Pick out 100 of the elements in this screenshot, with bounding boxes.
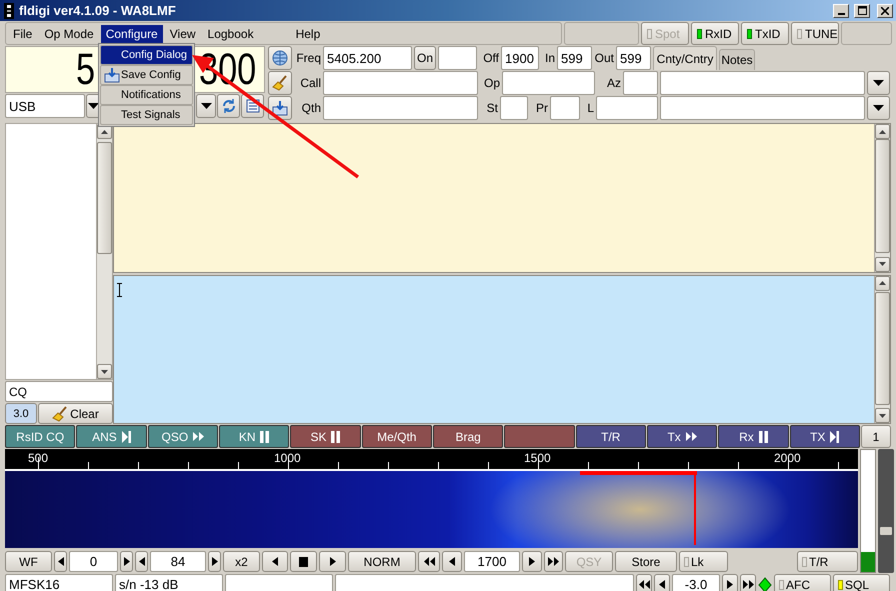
menu-item[interactable]: Notifications [100,85,193,105]
scale-label: 2000 [774,451,801,465]
fast-right-button[interactable] [740,574,756,591]
menu-item[interactable]: Save Config [100,65,193,85]
azimuth-field[interactable] [623,71,658,95]
left-button[interactable] [654,574,670,591]
fast-left-button[interactable] [418,551,440,572]
stop-button[interactable] [290,551,317,572]
macro-button[interactable]: SK [290,425,361,448]
clear-button[interactable] [268,71,292,95]
time-off-field[interactable]: 1900 [501,46,539,70]
cq-field[interactable]: CQ [5,381,113,402]
signal-to-noise-status: s/n -13 dB [115,574,223,591]
macro-button[interactable]: KN [218,425,290,448]
close-button[interactable] [877,4,893,18]
vertical-scrollbar[interactable] [874,124,890,272]
time-on-field[interactable] [438,46,477,70]
macro-button[interactable]: Me/Qth [362,425,432,448]
menu-item[interactable]: Test Signals [100,105,193,125]
indicator-toggle[interactable]: RxID [691,22,739,45]
up-arrow-icon [101,130,108,134]
menu-item[interactable]: View [164,24,201,42]
refresh-button[interactable] [217,94,240,118]
menu-item[interactable]: Config Dialog [100,45,193,65]
rst-out-field[interactable]: 599 [616,46,651,70]
speed-button[interactable]: NORM [348,551,416,572]
macro-button[interactable]: RsID CQ [5,425,76,448]
indicator-toggle[interactable]: TxID [741,22,789,45]
country-field[interactable] [660,71,865,95]
decrease-button[interactable] [135,551,148,572]
dropdown-button[interactable] [867,71,890,95]
indicator-toggle[interactable]: TUNE [791,22,839,45]
left-arrow-icon [272,557,278,566]
macro-bank-button[interactable]: 1 [860,425,891,448]
left-button[interactable] [262,551,288,572]
lookup-button[interactable] [268,46,292,70]
macro-button[interactable]: Tx [646,425,718,448]
level-button[interactable]: 3.0 [5,403,37,424]
mode-select[interactable]: USB [5,94,85,118]
decrease-button[interactable] [54,551,67,572]
dropdown-button[interactable] [196,94,216,118]
squelch-level-field[interactable]: -3.0 [672,574,720,591]
save-button[interactable] [268,96,292,120]
macro-button[interactable]: Rx [718,425,789,448]
slider-handle[interactable] [880,527,892,536]
state-field[interactable] [500,96,528,120]
right-arrow-icon [529,557,535,566]
locator-field[interactable] [596,96,658,120]
increase-button[interactable] [120,551,133,572]
broom-icon [272,75,288,91]
frequency-field[interactable]: 5405.200 [323,46,412,70]
tab[interactable]: Notes [719,49,755,70]
on-button[interactable]: On [414,46,436,70]
text-cursor-icon [116,282,123,296]
province-field[interactable] [550,96,580,120]
dropdown-button[interactable] [867,96,890,120]
carrier-field[interactable]: 1700 [464,551,520,572]
menu-item[interactable]: Op Mode [39,24,99,42]
clear-button[interactable]: Clear [38,403,113,424]
right-button[interactable] [319,551,346,572]
macro-button[interactable]: ANS [76,425,147,448]
lock-toggle[interactable]: Lk [679,551,728,572]
macro-button[interactable]: QSO [148,425,218,448]
sql-toggle[interactable]: SQL [833,574,890,591]
vertical-scrollbar[interactable] [96,124,112,379]
wf-button[interactable]: WF [5,551,52,572]
afc-toggle[interactable]: AFC [774,574,831,591]
macro-button[interactable]: Brag [432,425,504,448]
lower-limit-field[interactable]: 0 [69,551,118,572]
menu-item[interactable]: Configure [100,24,163,42]
right-button[interactable] [722,574,738,591]
pause-icon [260,430,270,442]
macro-button[interactable]: T/R [576,425,646,448]
left-button[interactable] [442,551,462,572]
macro-button[interactable]: TX [790,425,860,448]
right-button[interactable] [522,551,542,572]
store-button[interactable]: Store [615,551,677,572]
menu-item[interactable]: File [8,24,38,42]
zoom-button[interactable]: x2 [223,551,260,572]
notes-field[interactable] [660,96,865,120]
tab[interactable]: Cnty/Cntry [653,46,717,70]
double-left-arrow-icon [638,580,650,589]
range-field[interactable]: 84 [150,551,206,572]
vertical-scrollbar[interactable] [874,276,890,423]
vertical-slider[interactable] [878,449,894,573]
maximize-button[interactable] [854,4,870,18]
call-field[interactable] [323,71,478,95]
tr-toggle[interactable]: T/R [797,551,858,572]
diamond-icon [758,575,772,591]
rst-in-field[interactable]: 599 [557,46,592,70]
fast-left-button[interactable] [636,574,652,591]
menu-item[interactable]: Help [290,24,326,42]
increase-button[interactable] [208,551,221,572]
operator-field[interactable] [502,71,595,95]
qth-field[interactable] [323,96,478,120]
refresh-icon [220,98,236,114]
fast-right-button[interactable] [544,551,563,572]
menu-item[interactable]: Logbook [202,24,259,42]
minimize-button[interactable] [833,4,849,18]
up-arrow-icon [879,130,886,134]
